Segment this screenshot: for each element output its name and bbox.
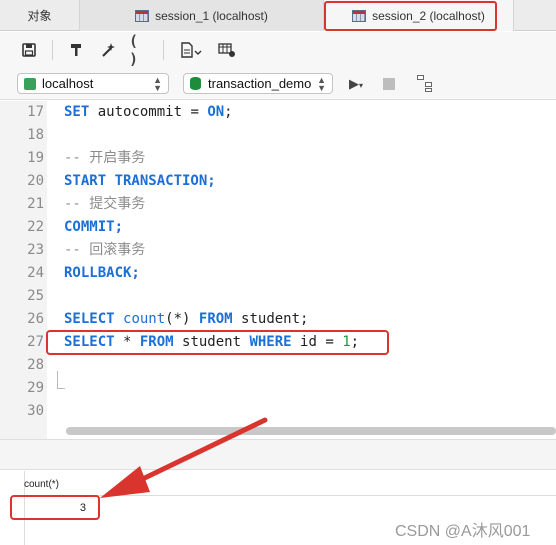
explain-button[interactable] — [417, 74, 435, 93]
tab-objects[interactable]: 对象 — [0, 0, 80, 31]
code-line: 26 SELECT count(*) FROM student; — [0, 308, 556, 331]
line-number: 23 — [27, 242, 44, 258]
tab-session-2[interactable]: session_2 (localhost) — [324, 0, 514, 31]
beautify-icon — [102, 43, 115, 57]
fold-indicator — [57, 371, 65, 389]
code-snippet-button[interactable] — [176, 39, 206, 61]
code-line: 19 -- 开启事务 — [0, 147, 556, 170]
code-text: COMMIT; — [64, 219, 124, 235]
result-column-header[interactable]: count(*) — [24, 479, 59, 490]
code-line: 30 — [0, 400, 556, 423]
code-line: 17 SET autocommit = ON; — [0, 101, 556, 124]
toolbar-separator — [52, 40, 53, 60]
line-number: 21 — [27, 196, 44, 212]
save-button[interactable] — [18, 39, 40, 61]
run-button[interactable]: ▶▾ — [349, 76, 363, 92]
chevron-updown-icon: ▲ ▼ — [153, 75, 162, 93]
code-line: 23 -- 回滚事务 — [0, 239, 556, 262]
tab-objects-label: 对象 — [27, 9, 52, 23]
code-line: 18 — [0, 124, 556, 147]
stop-button[interactable] — [383, 77, 396, 90]
editor-toolbar: ( ) — [0, 32, 556, 68]
play-icon: ▶▾ — [349, 75, 364, 91]
code-text: SELECT * FROM student WHERE id = 1; — [64, 334, 360, 350]
code-snippet-icon — [181, 42, 202, 58]
sql-editor[interactable]: 17 SET autocommit = ON; 18 19 -- 开启事务 20… — [0, 101, 556, 439]
line-number: 25 — [27, 288, 44, 304]
code-line: 20 START TRANSACTION; — [0, 170, 556, 193]
line-number: 22 — [27, 219, 44, 235]
format-icon — [71, 44, 81, 56]
code-line: 24 ROLLBACK; — [0, 262, 556, 285]
line-number: 24 — [27, 265, 44, 281]
format-button[interactable] — [65, 39, 87, 61]
panel-divider[interactable] — [0, 439, 556, 470]
query-builder-icon — [218, 43, 235, 57]
result-cell[interactable]: 3 — [26, 502, 86, 514]
line-number: 27 — [27, 334, 44, 350]
connection-value: localhost — [42, 76, 94, 91]
query-builder-button[interactable] — [216, 39, 238, 61]
line-number: 19 — [27, 150, 44, 166]
line-number: 29 — [27, 380, 44, 396]
code-text: ROLLBACK; — [64, 265, 140, 281]
chevron-updown-icon: ▲ ▼ — [317, 75, 326, 93]
connection-select[interactable]: localhost ▲ ▼ — [17, 73, 169, 94]
query-table-icon — [135, 9, 150, 22]
save-icon — [22, 43, 36, 57]
tab-session-2-label: session_2 (localhost) — [372, 8, 485, 23]
code-line: 21 -- 提交事务 — [0, 193, 556, 216]
code-comment: -- 提交事务 — [64, 196, 146, 212]
line-number: 26 — [27, 311, 44, 327]
code-comment: -- 回滚事务 — [64, 242, 146, 258]
line-number: 20 — [27, 173, 44, 189]
code-text: SET autocommit = ON; — [64, 104, 233, 120]
tab-session-1-label: session_1 (localhost) — [155, 8, 268, 23]
connection-toolbar: localhost ▲ ▼ transaction_demo ▲ ▼ ▶▾ — [0, 68, 556, 100]
tab-session-1[interactable]: session_1 (localhost) — [80, 0, 324, 31]
code-line: 25 — [0, 285, 556, 308]
code-text: START TRANSACTION; — [64, 173, 216, 189]
code-line: 27 SELECT * FROM student WHERE id = 1; — [0, 331, 556, 354]
watermark: CSDN @A沐风001 — [395, 523, 531, 540]
parentheses-button[interactable]: ( ) — [129, 32, 151, 68]
code-text: SELECT count(*) FROM student; — [64, 311, 309, 327]
code-line: 22 COMMIT; — [0, 216, 556, 239]
database-icon — [190, 77, 201, 90]
line-number: 28 — [27, 357, 44, 373]
code-line: 28 — [0, 354, 556, 377]
connection-icon — [24, 77, 36, 90]
line-number: 17 — [27, 104, 44, 120]
parentheses-icon: ( ) — [129, 32, 139, 68]
beautify-button[interactable] — [97, 39, 119, 61]
toolbar-separator — [163, 40, 164, 60]
line-number: 30 — [27, 403, 44, 419]
line-number: 18 — [27, 127, 44, 143]
query-table-icon — [352, 9, 367, 22]
database-select[interactable]: transaction_demo ▲ ▼ — [183, 73, 333, 94]
horizontal-scrollbar[interactable] — [66, 427, 556, 435]
database-value: transaction_demo — [208, 76, 312, 91]
code-line: 29 — [0, 377, 556, 400]
grid-line — [24, 495, 556, 496]
code-comment: -- 开启事务 — [64, 150, 146, 166]
tab-bar: 对象 session_1 (localhost) session_2 (loca… — [0, 0, 556, 31]
